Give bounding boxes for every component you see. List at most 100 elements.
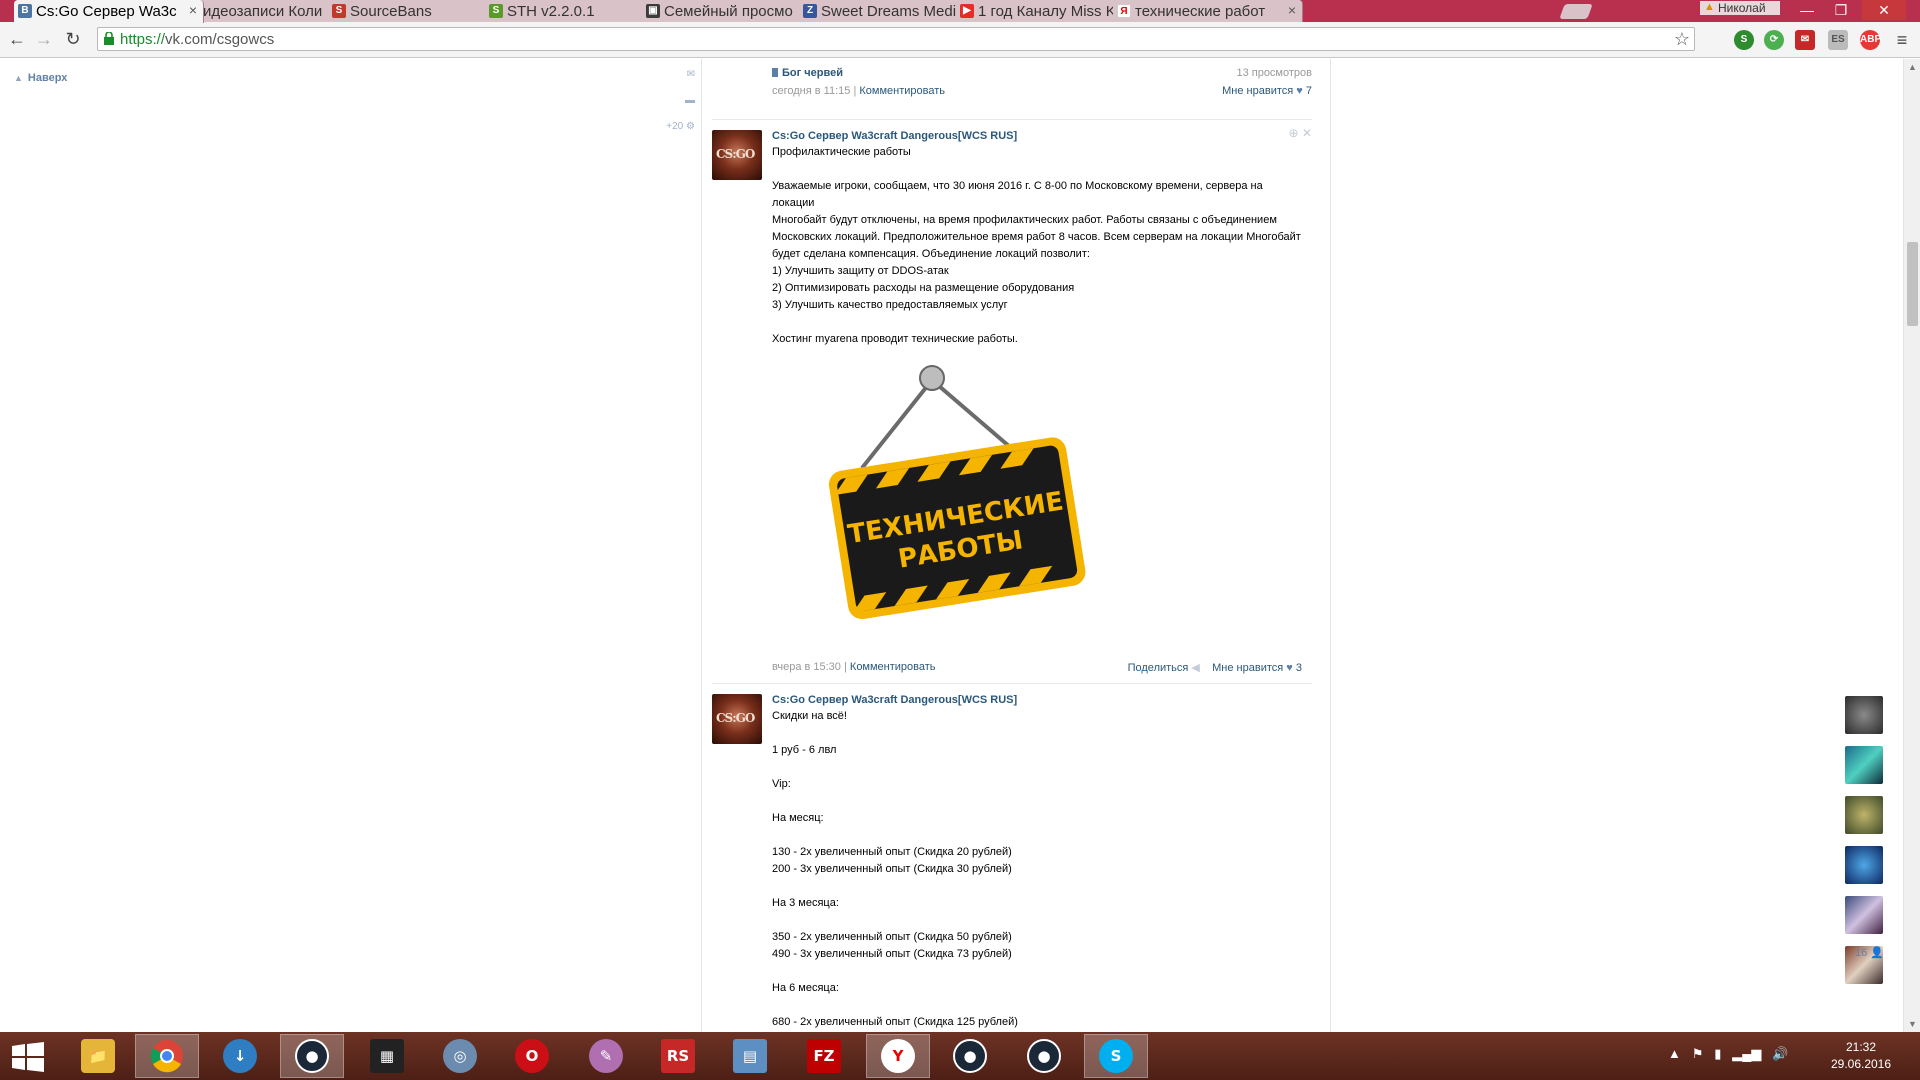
maintenance-sign-image[interactable]: ТЕХНИЧЕСКИЕ РАБОТЫ xyxy=(812,358,1102,648)
profile-button[interactable]: Николай xyxy=(1700,1,1780,15)
tab-title: технические работ xyxy=(1135,3,1266,20)
adblock-icon[interactable]: ABP xyxy=(1860,30,1881,50)
taskbar-opera[interactable]: O xyxy=(500,1034,564,1078)
back-button[interactable]: ← xyxy=(6,28,28,50)
restore-button[interactable]: ❐ xyxy=(1824,0,1858,20)
taskbar-video[interactable]: ▦ xyxy=(355,1034,419,1078)
forward-button[interactable]: → xyxy=(33,28,55,50)
friend-avatar[interactable] xyxy=(1845,746,1883,784)
scroll-up-arrow[interactable]: ▲ xyxy=(1908,62,1917,72)
action-center-icon[interactable]: ⚑ xyxy=(1692,1046,1704,1061)
taskbar-paint[interactable]: ✎ xyxy=(574,1034,638,1078)
like-count: 3 xyxy=(1295,662,1302,674)
taskbar-yandex[interactable]: Y xyxy=(866,1034,930,1078)
taskbar-utorrent[interactable]: ↓ xyxy=(208,1034,272,1078)
taskbar-chrome[interactable] xyxy=(135,1034,199,1078)
close-icon[interactable]: × xyxy=(1288,2,1296,18)
taskbar-steam-3[interactable]: ● xyxy=(1012,1034,1076,1078)
vk-page: Наверх ✉ ▬ +20 ⚙ Бог червей 13 просмотро… xyxy=(0,59,1920,1032)
tab-title: Семейный просмо xyxy=(664,3,793,20)
post-line: Многобайт будут отключены, на время проф… xyxy=(772,214,1277,226)
post-line xyxy=(772,725,1302,742)
menu-icon[interactable]: ≡ xyxy=(1892,30,1912,50)
taskbar-network-config[interactable]: ▤ xyxy=(718,1034,782,1078)
comment-link[interactable]: Комментировать xyxy=(859,85,945,97)
scrollbar-thumb[interactable] xyxy=(1907,242,1918,326)
comment-icon[interactable]: ▬ xyxy=(655,95,695,121)
like-label: Мне нравится xyxy=(1212,662,1284,674)
post-line: Хостинг myarena проводит технические раб… xyxy=(772,333,1018,345)
extension-refresh-icon[interactable]: ⟳ xyxy=(1764,30,1784,50)
delete-icon[interactable]: ✕ xyxy=(1302,126,1312,140)
comment-link[interactable]: Комментировать xyxy=(850,661,936,673)
close-window-button[interactable]: ✕ xyxy=(1862,0,1906,20)
post-time[interactable]: сегодня в 11:15 xyxy=(772,85,850,97)
taskbar-cd-burner[interactable]: ◎ xyxy=(428,1034,492,1078)
wall-side-icons: ✉ ▬ +20 ⚙ xyxy=(655,69,695,147)
tab-title: Sweet Dreams Medi xyxy=(821,3,957,20)
browser-toolbar: ← → ↻ https://vk.com/csgowcs ☆ S ⟳ ✉ ES … xyxy=(0,22,1920,58)
friend-avatar[interactable] xyxy=(1845,896,1883,934)
skype-icon: S xyxy=(1099,1039,1133,1073)
message-icon[interactable]: ✉ xyxy=(655,69,695,95)
taskbar-steam-2[interactable]: ● xyxy=(938,1034,1002,1078)
close-icon[interactable]: × xyxy=(189,2,197,18)
lock-icon xyxy=(104,32,114,45)
new-tab-button[interactable] xyxy=(1559,4,1593,19)
taskbar-skype[interactable]: S xyxy=(1084,1034,1148,1078)
video-views: 13 просмотров xyxy=(1236,67,1312,79)
taskbar-explorer[interactable]: 📁 xyxy=(66,1034,130,1078)
page-scrollbar[interactable]: ▲ ▼ xyxy=(1903,59,1920,1032)
mail-extension-icon[interactable]: ✉ xyxy=(1795,30,1815,50)
video-post: Бог червей 13 просмотров сегодня в 11:15… xyxy=(772,67,1312,103)
profile-name: Николай xyxy=(1718,1,1766,15)
disc-icon: ◎ xyxy=(443,1039,477,1073)
tab-title: 1 год Каналу Miss K xyxy=(978,3,1116,20)
bookmark-star-icon[interactable]: ☆ xyxy=(1674,29,1690,50)
yandex-icon: Я xyxy=(1117,4,1131,18)
network-icon[interactable]: ▂▄▆ xyxy=(1732,1046,1761,1061)
friend-avatar[interactable] xyxy=(1845,796,1883,834)
group-avatar[interactable]: CS:GO xyxy=(712,130,762,180)
tab-yandex-search[interactable]: Я технические работ × xyxy=(1113,0,1303,22)
minimize-button[interactable]: — xyxy=(1790,0,1824,20)
post-author[interactable]: Cs:Go Сервер Wa3craft Dangerous[WCS RUS] xyxy=(772,130,1302,142)
post-line xyxy=(772,963,1302,980)
tray-expand-icon[interactable]: ▲ xyxy=(1668,1046,1681,1061)
utorrent-icon: ↓ xyxy=(223,1039,257,1073)
taskbar-steam[interactable]: ● xyxy=(280,1034,344,1078)
share-button[interactable]: Поделиться xyxy=(1128,662,1189,674)
extension-es-icon[interactable]: ES xyxy=(1828,30,1848,50)
post-line: 680 - 2х увеличенный опыт (Скидка 125 ру… xyxy=(772,1016,1018,1028)
taskbar-clock[interactable]: 21:32 29.06.2016 xyxy=(1826,1039,1896,1073)
tab-csgo-server[interactable]: В Cs:Go Сервер Wa3c × xyxy=(14,0,204,23)
post-author[interactable]: Cs:Go Сервер Wa3craft Dangerous[WCS RUS] xyxy=(772,694,1302,706)
volume-icon[interactable]: 🔊 xyxy=(1772,1046,1788,1061)
post-line xyxy=(772,912,1302,929)
steam-icon: ● xyxy=(295,1039,329,1073)
like-button[interactable]: Мне нравится ♥ 7 xyxy=(1222,85,1312,97)
counter-settings[interactable]: +20 ⚙ xyxy=(655,121,695,147)
heart-icon: ♥ xyxy=(1296,85,1303,97)
megaphone-icon: ◀ xyxy=(1191,662,1200,674)
battery-icon[interactable]: ▮ xyxy=(1714,1046,1721,1061)
counter-label: +20 xyxy=(666,121,684,132)
windows-start-icon[interactable] xyxy=(12,1042,44,1072)
extension-s-icon[interactable]: S xyxy=(1734,30,1754,50)
friend-avatar[interactable] xyxy=(1845,696,1883,734)
video-title[interactable]: Бог червей xyxy=(772,67,1312,79)
gear-icon[interactable]: ⚙ xyxy=(686,121,695,132)
friends-count[interactable]: 16 👤 xyxy=(1855,946,1884,959)
post-line xyxy=(772,314,1302,331)
reload-button[interactable]: ↻ xyxy=(62,28,84,50)
scroll-down-arrow[interactable]: ▼ xyxy=(1908,1019,1917,1029)
taskbar-rs[interactable]: RS xyxy=(646,1034,710,1078)
address-bar[interactable]: https://vk.com/csgowcs ☆ xyxy=(97,27,1695,51)
taskbar-filezilla[interactable]: FZ xyxy=(792,1034,856,1078)
friend-avatar[interactable] xyxy=(1845,846,1883,884)
post-time[interactable]: вчера в 15:30 xyxy=(772,661,841,673)
like-button[interactable]: Мне нравится ♥ 3 xyxy=(1212,662,1302,674)
scroll-to-top-link[interactable]: Наверх xyxy=(14,72,68,84)
group-avatar[interactable]: CS:GO xyxy=(712,694,762,744)
post-text: Скидки на всё! 1 руб - 6 лвл Vip: На мес… xyxy=(772,708,1302,1031)
